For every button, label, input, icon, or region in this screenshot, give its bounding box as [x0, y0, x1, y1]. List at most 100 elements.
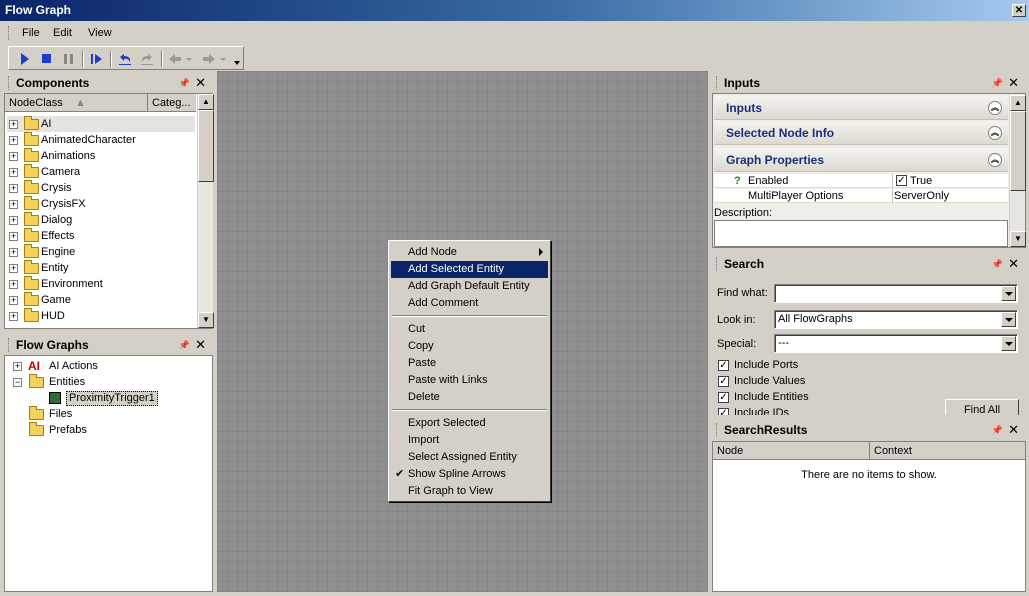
close-window-button[interactable]: ✕: [1012, 4, 1026, 17]
enabled-checkbox[interactable]: ✓: [896, 175, 907, 186]
tree-item-prefabs[interactable]: Prefabs: [11, 422, 191, 438]
menu-item-add-graph-default-entity[interactable]: Add Graph Default Entity: [391, 278, 548, 295]
play-button[interactable]: [17, 51, 33, 67]
components-scrollbar[interactable]: ▲ ▼: [197, 94, 214, 328]
collapse-icon[interactable]: −: [13, 378, 22, 387]
tree-item-entities[interactable]: − Entities: [11, 374, 191, 390]
menu-item-select-assigned-entity[interactable]: Select Assigned Entity: [391, 449, 548, 466]
find-what-combo[interactable]: [774, 284, 1018, 303]
section-inputs[interactable]: Inputs ︽: [714, 96, 1008, 120]
collapse-chevron-icon[interactable]: ︽: [988, 126, 1002, 140]
component-item[interactable]: + AnimatedCharacter: [7, 132, 195, 148]
property-value[interactable]: ServerOnly: [894, 189, 949, 203]
component-item[interactable]: + Camera: [7, 164, 195, 180]
expand-icon[interactable]: +: [9, 312, 18, 321]
scroll-thumb[interactable]: [1010, 111, 1026, 191]
expand-icon[interactable]: +: [9, 232, 18, 241]
tree-item-ai-actions[interactable]: + AI AI Actions: [11, 358, 191, 374]
menu-item-cut[interactable]: Cut: [391, 321, 548, 338]
special-combo[interactable]: ---: [774, 334, 1018, 353]
forward-button[interactable]: [201, 51, 227, 67]
pause-button[interactable]: [61, 51, 77, 67]
include-ids-checkbox[interactable]: ✓: [718, 408, 729, 415]
pin-icon[interactable]: 📌: [992, 73, 1003, 93]
property-row-multiplayer[interactable]: MultiPlayer Options ServerOnly: [714, 189, 1008, 203]
expand-icon[interactable]: +: [9, 152, 18, 161]
toolbar-overflow-icon[interactable]: [234, 61, 240, 65]
tree-item-proximitytrigger[interactable]: ProximityTrigger1: [45, 390, 158, 406]
column-nodeclass[interactable]: NodeClass: [5, 94, 63, 112]
column-context[interactable]: Context: [869, 442, 912, 460]
menu-item-import[interactable]: Import: [391, 432, 548, 449]
tree-item-files[interactable]: Files: [11, 406, 191, 422]
component-item[interactable]: + AI: [7, 116, 195, 132]
expand-icon[interactable]: +: [9, 248, 18, 257]
expand-icon[interactable]: +: [9, 200, 18, 209]
close-icon[interactable]: ✕: [195, 73, 206, 93]
scroll-up-button[interactable]: ▲: [1010, 95, 1026, 111]
menu-edit[interactable]: Edit: [53, 27, 72, 39]
include-entities-checkbox[interactable]: ✓: [718, 392, 729, 403]
menu-item-delete[interactable]: Delete: [391, 389, 548, 406]
dropdown-arrow-icon[interactable]: [1001, 336, 1016, 351]
component-item[interactable]: + Effects: [7, 228, 195, 244]
expand-icon[interactable]: +: [9, 168, 18, 177]
expand-icon[interactable]: +: [9, 120, 18, 129]
scroll-up-button[interactable]: ▲: [198, 94, 214, 110]
component-item[interactable]: + Environment: [7, 276, 195, 292]
expand-icon[interactable]: +: [9, 280, 18, 289]
include-values-checkbox[interactable]: ✓: [718, 376, 729, 387]
scroll-thumb[interactable]: [198, 110, 214, 182]
close-icon[interactable]: ✕: [1008, 420, 1019, 440]
dropdown-arrow-icon[interactable]: [1001, 312, 1016, 327]
menu-item-add-node[interactable]: Add Node: [391, 244, 548, 261]
menu-item-paste-with-links[interactable]: Paste with Links: [391, 372, 548, 389]
menu-view[interactable]: View: [88, 27, 112, 39]
pin-icon[interactable]: 📌: [992, 254, 1003, 274]
component-item[interactable]: + Game: [7, 292, 195, 308]
back-button[interactable]: [167, 51, 193, 67]
component-item[interactable]: + CrysisFX: [7, 196, 195, 212]
expand-icon[interactable]: +: [9, 264, 18, 273]
menubar-grip[interactable]: [8, 26, 11, 40]
component-item[interactable]: + Dialog: [7, 212, 195, 228]
menu-item-add-comment[interactable]: Add Comment: [391, 295, 548, 312]
scroll-down-button[interactable]: ▼: [1010, 231, 1026, 247]
scroll-down-button[interactable]: ▼: [198, 312, 214, 328]
expand-icon[interactable]: +: [9, 296, 18, 305]
section-graph-properties[interactable]: Graph Properties ︽: [714, 148, 1008, 172]
description-box[interactable]: [714, 220, 1008, 247]
menu-item-paste[interactable]: Paste: [391, 355, 548, 372]
menu-item-show-spline-arrows[interactable]: ✔ Show Spline Arrows: [391, 466, 548, 483]
component-item[interactable]: + Animations: [7, 148, 195, 164]
menu-file[interactable]: File: [22, 27, 40, 39]
collapse-chevron-icon[interactable]: ︽: [988, 153, 1002, 167]
include-ports-checkbox[interactable]: ✓: [718, 360, 729, 371]
expand-icon[interactable]: +: [9, 216, 18, 225]
look-in-combo[interactable]: All FlowGraphs: [774, 310, 1018, 329]
step-button[interactable]: [89, 51, 105, 67]
component-item[interactable]: + Entity: [7, 260, 195, 276]
pin-icon[interactable]: 📌: [179, 73, 190, 93]
pin-icon[interactable]: 📌: [992, 420, 1003, 440]
close-icon[interactable]: ✕: [1008, 254, 1019, 274]
undo-button[interactable]: [117, 51, 133, 67]
menu-item-add-selected-entity[interactable]: Add Selected Entity: [391, 261, 548, 278]
menu-item-copy[interactable]: Copy: [391, 338, 548, 355]
dropdown-arrow-icon[interactable]: [1001, 286, 1016, 301]
component-item[interactable]: + HUD: [7, 308, 195, 324]
expand-icon[interactable]: +: [9, 184, 18, 193]
close-icon[interactable]: ✕: [195, 335, 206, 355]
property-row-enabled[interactable]: ? Enabled ✓ True: [714, 174, 1008, 188]
find-all-button[interactable]: Find All: [945, 399, 1019, 415]
column-category[interactable]: Categ...: [147, 94, 191, 112]
expand-icon[interactable]: +: [13, 362, 22, 371]
menu-item-fit-graph[interactable]: Fit Graph to View: [391, 483, 548, 500]
close-icon[interactable]: ✕: [1008, 73, 1019, 93]
redo-button[interactable]: [139, 51, 155, 67]
inputs-scrollbar[interactable]: ▲ ▼: [1009, 95, 1026, 247]
section-selected-node-info[interactable]: Selected Node Info ︽: [714, 121, 1008, 145]
expand-icon[interactable]: +: [9, 136, 18, 145]
column-node[interactable]: Node: [713, 442, 743, 460]
menu-item-export-selected[interactable]: Export Selected: [391, 415, 548, 432]
